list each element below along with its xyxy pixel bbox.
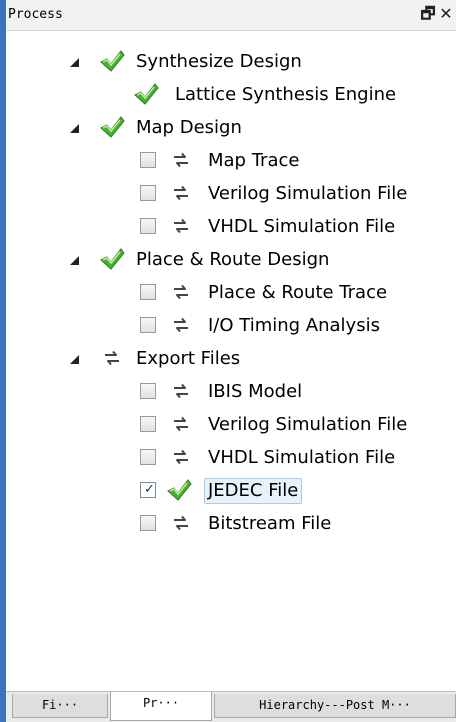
tree-item-label: Place & Route Design [136,249,330,270]
expand-arrow-icon[interactable] [70,355,79,364]
tree-item-label: Map Design [136,117,242,138]
item-checkbox[interactable] [140,383,156,399]
refresh-icon [171,282,191,302]
item-checkbox[interactable] [140,284,156,300]
refresh-icon [171,513,191,533]
refresh-icon [171,447,191,467]
tree-item[interactable]: Map Design [6,112,456,145]
item-checkbox[interactable] [140,218,156,234]
expand-arrow-icon[interactable] [70,256,79,265]
expand-arrow-icon[interactable] [70,124,79,133]
tree-item[interactable]: Bitstream File [6,508,456,541]
tree-item-label: VHDL Simulation File [208,447,396,468]
tab-hierarchy[interactable]: Hierarchy---Post M··· [214,694,456,718]
tree-item[interactable]: VHDL Simulation File [6,442,456,475]
tree-item[interactable]: Place & Route Design [6,244,456,277]
tab-process[interactable]: Pr··· [110,692,212,721]
checkmark-icon: ✓ [144,482,155,497]
tree-item[interactable]: Export Files [6,343,456,376]
tree-item-label: Lattice Synthesis Engine [175,84,397,105]
tree-item[interactable]: Verilog Simulation File [6,409,456,442]
tree-item-label: VHDL Simulation File [208,216,396,237]
green-check-icon [133,82,159,106]
tree-item[interactable]: Place & Route Trace [6,277,456,310]
expand-arrow-icon[interactable] [70,58,79,67]
tree-item-label: IBIS Model [208,381,303,402]
refresh-icon [171,315,191,335]
item-checkbox[interactable] [140,515,156,531]
tree-item-label: Synthesize Design [136,51,302,72]
tree-item-label: Bitstream File [208,513,332,534]
tree-item[interactable]: Synthesize Design [6,46,456,79]
tree-item[interactable]: VHDL Simulation File [6,211,456,244]
tab-bar: Fi··· Pr··· Hierarchy---Post M··· [6,691,456,722]
item-checkbox[interactable] [140,317,156,333]
tree-item-label: Verilog Simulation File [208,183,408,204]
panel-titlebar: Process 🗗 ✕ [6,0,456,31]
tree-item-label: Map Trace [208,150,300,171]
tree-item-label: JEDEC File [204,478,303,504]
tree-item[interactable]: I/O Timing Analysis [6,310,456,343]
tree-item[interactable]: Lattice Synthesis Engine [6,79,456,112]
tree-item-label: Export Files [136,348,241,369]
item-checkbox[interactable]: ✓ [140,482,156,498]
green-check-icon [99,247,125,271]
refresh-icon [171,381,191,401]
refresh-icon [171,150,191,170]
tree-item[interactable]: Map Trace [6,145,456,178]
tree-item[interactable]: IBIS Model [6,376,456,409]
refresh-icon [102,348,122,368]
green-check-icon [99,115,125,139]
item-checkbox[interactable] [140,185,156,201]
green-check-icon [166,478,192,502]
tree-item[interactable]: ✓ JEDEC File [6,475,456,508]
close-icon[interactable]: ✕ [436,3,456,25]
panel-title: Process [8,7,63,22]
refresh-icon [171,183,191,203]
item-checkbox[interactable] [140,449,156,465]
green-check-icon [99,49,125,73]
tree-item-label: I/O Timing Analysis [208,315,380,336]
restore-window-icon[interactable]: 🗗 [418,3,438,25]
refresh-icon [171,414,191,434]
item-checkbox[interactable] [140,152,156,168]
tree-item[interactable]: Verilog Simulation File [6,178,456,211]
process-panel: Process 🗗 ✕ Synthesize Design Lattice Syn… [0,0,456,722]
item-checkbox[interactable] [140,416,156,432]
refresh-icon [171,216,191,236]
process-tree: Synthesize Design Lattice Synthesis Engin… [6,30,456,692]
tree-item-label: Place & Route Trace [208,282,388,303]
tree-item-label: Verilog Simulation File [208,414,408,435]
tab-files[interactable]: Fi··· [12,694,108,718]
